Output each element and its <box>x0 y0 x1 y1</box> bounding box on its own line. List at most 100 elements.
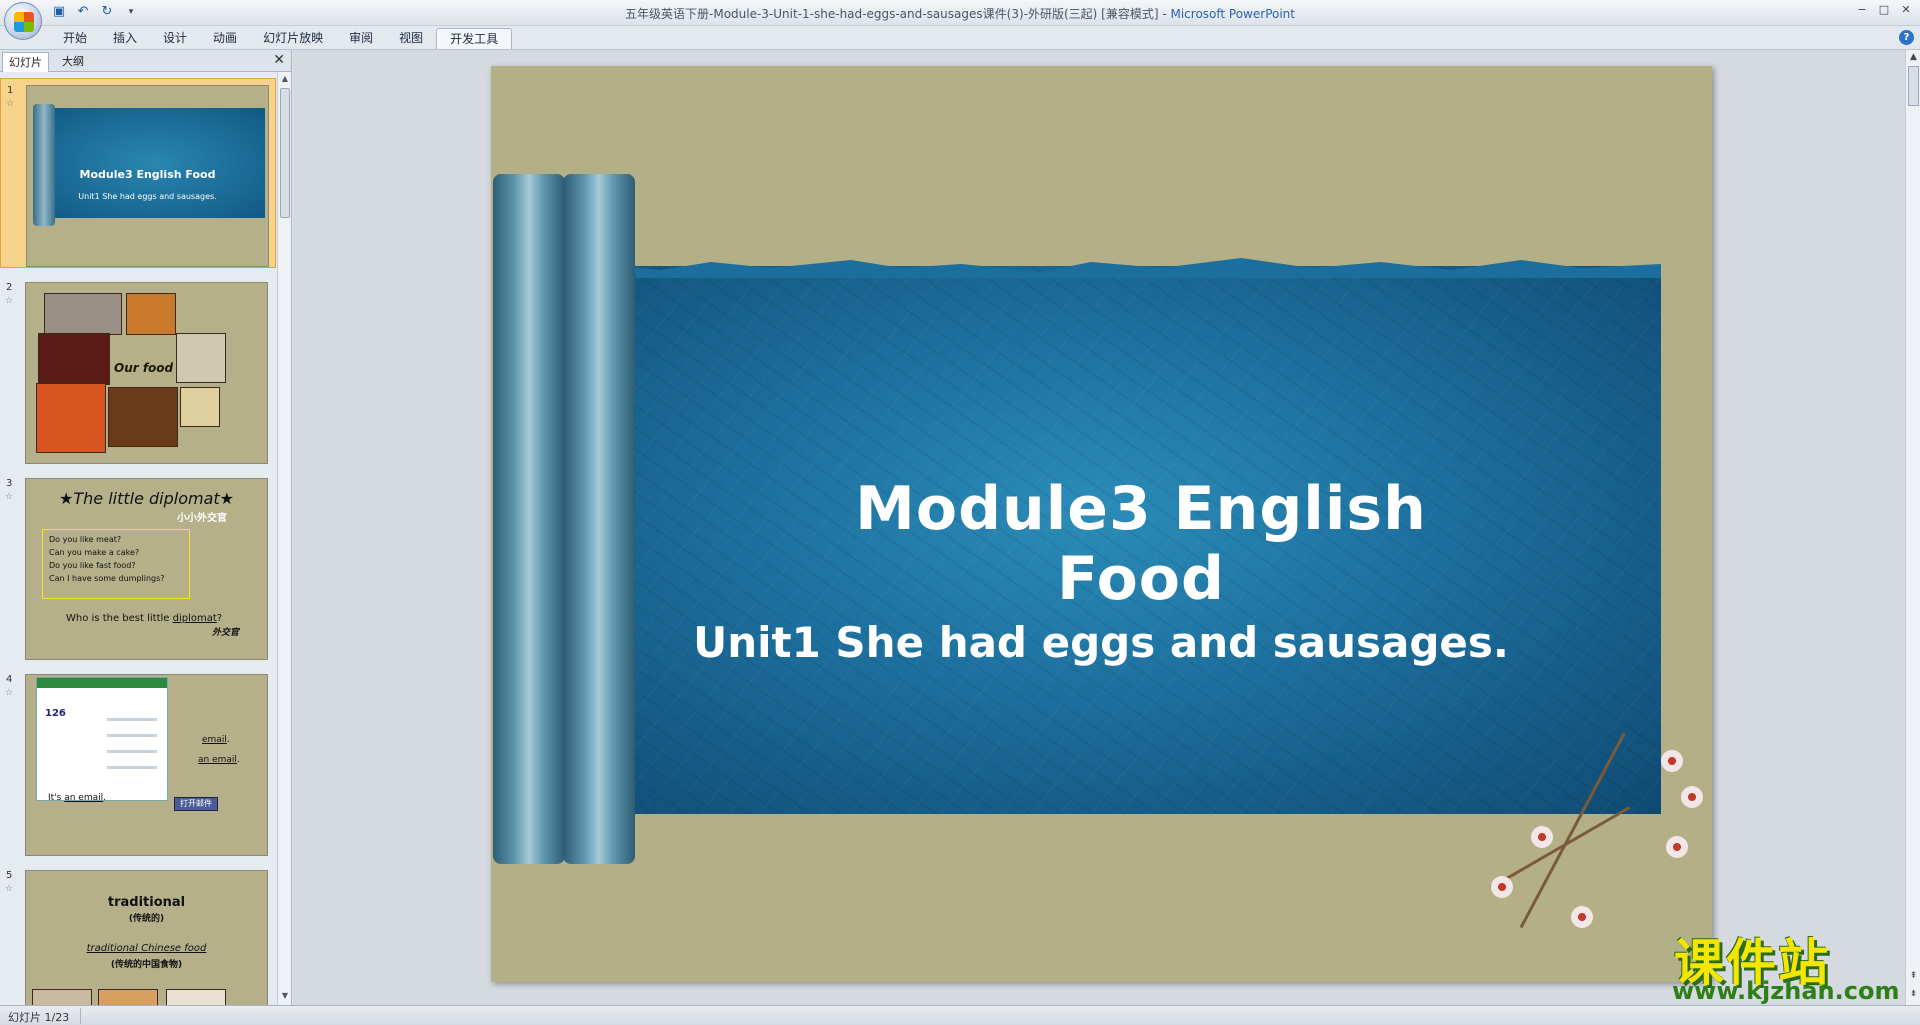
slide-number: 3 <box>6 478 13 489</box>
document-name: 五年级英语下册-Module-3-Unit-1-she-had-eggs-and… <box>625 7 1171 21</box>
mini-scroll-paper <box>43 108 265 218</box>
tab-slideshow[interactable]: 幻灯片放映 <box>250 28 336 49</box>
app-name: Microsoft PowerPoint <box>1170 7 1295 21</box>
maximize-icon[interactable]: □ <box>1874 2 1894 18</box>
mail-line <box>107 766 157 769</box>
thumbnail-image: 126 email. an email. It's an email. 打开邮件 <box>25 674 268 856</box>
title-bar: ▣ ↶ ↻ ▾ 五年级英语下册-Module-3-Unit-1-she-had-… <box>0 0 1920 40</box>
blossom-icon <box>1681 786 1703 808</box>
food-photo <box>32 989 92 1005</box>
slide-number: 4 <box>6 674 13 685</box>
tab-animations[interactable]: 动画 <box>200 28 250 49</box>
scroll-roll-left <box>493 174 565 864</box>
food-photo <box>98 989 158 1005</box>
mini-scroll-roll <box>33 104 55 226</box>
slide-subtitle[interactable]: Unit1 She had eggs and sausages. <box>671 618 1531 667</box>
scroll-thumb[interactable] <box>280 88 290 218</box>
slide-thumbnail-5[interactable]: 5 ☆ traditional (传统的) traditional Chines… <box>0 864 276 1005</box>
mail-screenshot: 126 <box>36 677 168 801</box>
blossom-icon <box>1571 906 1593 928</box>
status-bar: 幻灯片 1/23 <box>0 1005 1920 1025</box>
scroll-thumb[interactable] <box>1908 66 1919 106</box>
thumb-word-cn: (传统的) <box>128 914 165 924</box>
slide-thumbnails: 1 ☆ Module3 English Food Unit1 She had e… <box>0 72 276 1005</box>
food-photo <box>108 387 178 447</box>
window-title: 五年级英语下册-Module-3-Unit-1-she-had-eggs-and… <box>0 5 1920 22</box>
blossom-icon <box>1666 836 1688 858</box>
tab-view[interactable]: 视图 <box>386 28 436 49</box>
next-slide-icon[interactable]: ⇟ <box>1908 989 1919 999</box>
question-item: Can you make a cake? <box>49 548 140 557</box>
punctuation: . <box>103 793 106 803</box>
previous-slide-icon[interactable]: ⇞ <box>1908 971 1919 981</box>
slide-number: 2 <box>6 282 13 293</box>
tab-home[interactable]: 开始 <box>50 28 100 49</box>
slide-title[interactable]: Module3 English Food <box>771 474 1511 614</box>
food-photo <box>126 293 176 335</box>
thumb-phrase-cn: (传统的中国食物) <box>110 960 183 970</box>
thumbnails-scrollbar[interactable]: ▲ ▼ <box>277 72 291 1005</box>
tab-insert[interactable]: 插入 <box>100 28 150 49</box>
thumb-text: email. <box>202 735 230 745</box>
slide-canvas[interactable]: Module3 English Food Unit1 She had eggs … <box>491 66 1712 982</box>
tab-design[interactable]: 设计 <box>150 28 200 49</box>
thumb-title: ★The little diplomat★ <box>59 489 234 508</box>
minimize-icon[interactable]: − <box>1852 2 1872 18</box>
open-mail-button: 打开邮件 <box>174 797 218 811</box>
question-word: diplomat <box>172 613 217 624</box>
thumb-subtitle: 小小外交官 <box>177 513 227 524</box>
slide-counter: 幻灯片 1/23 <box>8 1011 70 1024</box>
sentence-start: It's <box>48 793 65 803</box>
punctuation: . <box>226 735 230 745</box>
tab-developer[interactable]: 开发工具 <box>436 28 513 49</box>
thumb-subtitle: Unit1 She had eggs and sausages. <box>78 192 217 201</box>
ribbon: 开始 插入 设计 动画 幻灯片放映 审阅 视图 开发工具 ? <box>0 26 1920 50</box>
punctuation: . <box>236 755 240 765</box>
window-controls: − □ ✕ <box>1852 2 1916 18</box>
question-item: Do you like meat? <box>49 535 122 544</box>
animation-star-icon: ☆ <box>5 296 14 306</box>
scroll-up-icon[interactable]: ▲ <box>279 74 291 86</box>
slide-number: 5 <box>6 870 13 881</box>
underlined-word: an email <box>198 755 237 765</box>
food-photo <box>38 333 110 385</box>
tab-slides[interactable]: 幻灯片 <box>2 52 49 72</box>
scroll-up-icon[interactable]: ▲ <box>1908 52 1919 62</box>
blossom-icon <box>1491 876 1513 898</box>
slide-scrollbar[interactable]: ▲ ⇞ ⇟ <box>1905 50 1920 1005</box>
slide-number: 1 <box>7 85 14 96</box>
close-icon[interactable]: ✕ <box>1896 2 1916 18</box>
question-item: Can I have some dumplings? <box>49 574 165 583</box>
animation-star-icon: ☆ <box>5 492 14 502</box>
mail-header <box>37 678 167 688</box>
tab-review[interactable]: 审阅 <box>336 28 386 49</box>
tab-outline[interactable]: 大纲 <box>56 52 90 72</box>
flower-branch <box>1490 806 1631 889</box>
underlined-word: an email <box>64 793 104 803</box>
question-box: Do you like meat? Can you make a cake? D… <box>42 529 190 599</box>
scroll-down-icon[interactable]: ▼ <box>279 991 291 1003</box>
thumb-answer: 外交官 <box>211 628 239 638</box>
slide-thumbnail-4[interactable]: 4 ☆ 126 email. an email. It's an email. … <box>0 668 276 858</box>
thumb-word: traditional <box>107 895 186 910</box>
underlined-word: email <box>202 735 227 745</box>
slide-thumbnail-2[interactable]: 2 ☆ Our food <box>0 276 276 466</box>
torn-edge <box>621 258 1661 278</box>
status-divider <box>80 1008 81 1024</box>
thumb-question: Who is the best little diplomat? <box>66 613 222 624</box>
help-icon[interactable]: ? <box>1899 30 1914 45</box>
slide-thumbnail-1[interactable]: 1 ☆ Module3 English Food Unit1 She had e… <box>0 78 276 268</box>
animation-star-icon: ☆ <box>5 884 14 894</box>
office-button[interactable] <box>4 2 42 40</box>
scroll-roll-right <box>563 174 635 864</box>
slide-thumbnail-3[interactable]: 3 ☆ ★The little diplomat★ 小小外交官 Do you l… <box>0 472 276 662</box>
watermark-url: www.kjzhan.com <box>1672 977 1900 1005</box>
slides-panel: 幻灯片 大纲 ✕ 1 ☆ Module3 English Food Unit1 … <box>0 50 292 1005</box>
office-logo-icon <box>14 12 34 32</box>
panel-close-icon[interactable]: ✕ <box>273 52 285 68</box>
food-photo <box>166 989 226 1005</box>
food-photo <box>180 387 220 427</box>
question-text: Who is the best little <box>66 613 173 624</box>
mail-line <box>107 718 157 721</box>
thumbnail-image: traditional (传统的) traditional Chinese fo… <box>25 870 268 1005</box>
